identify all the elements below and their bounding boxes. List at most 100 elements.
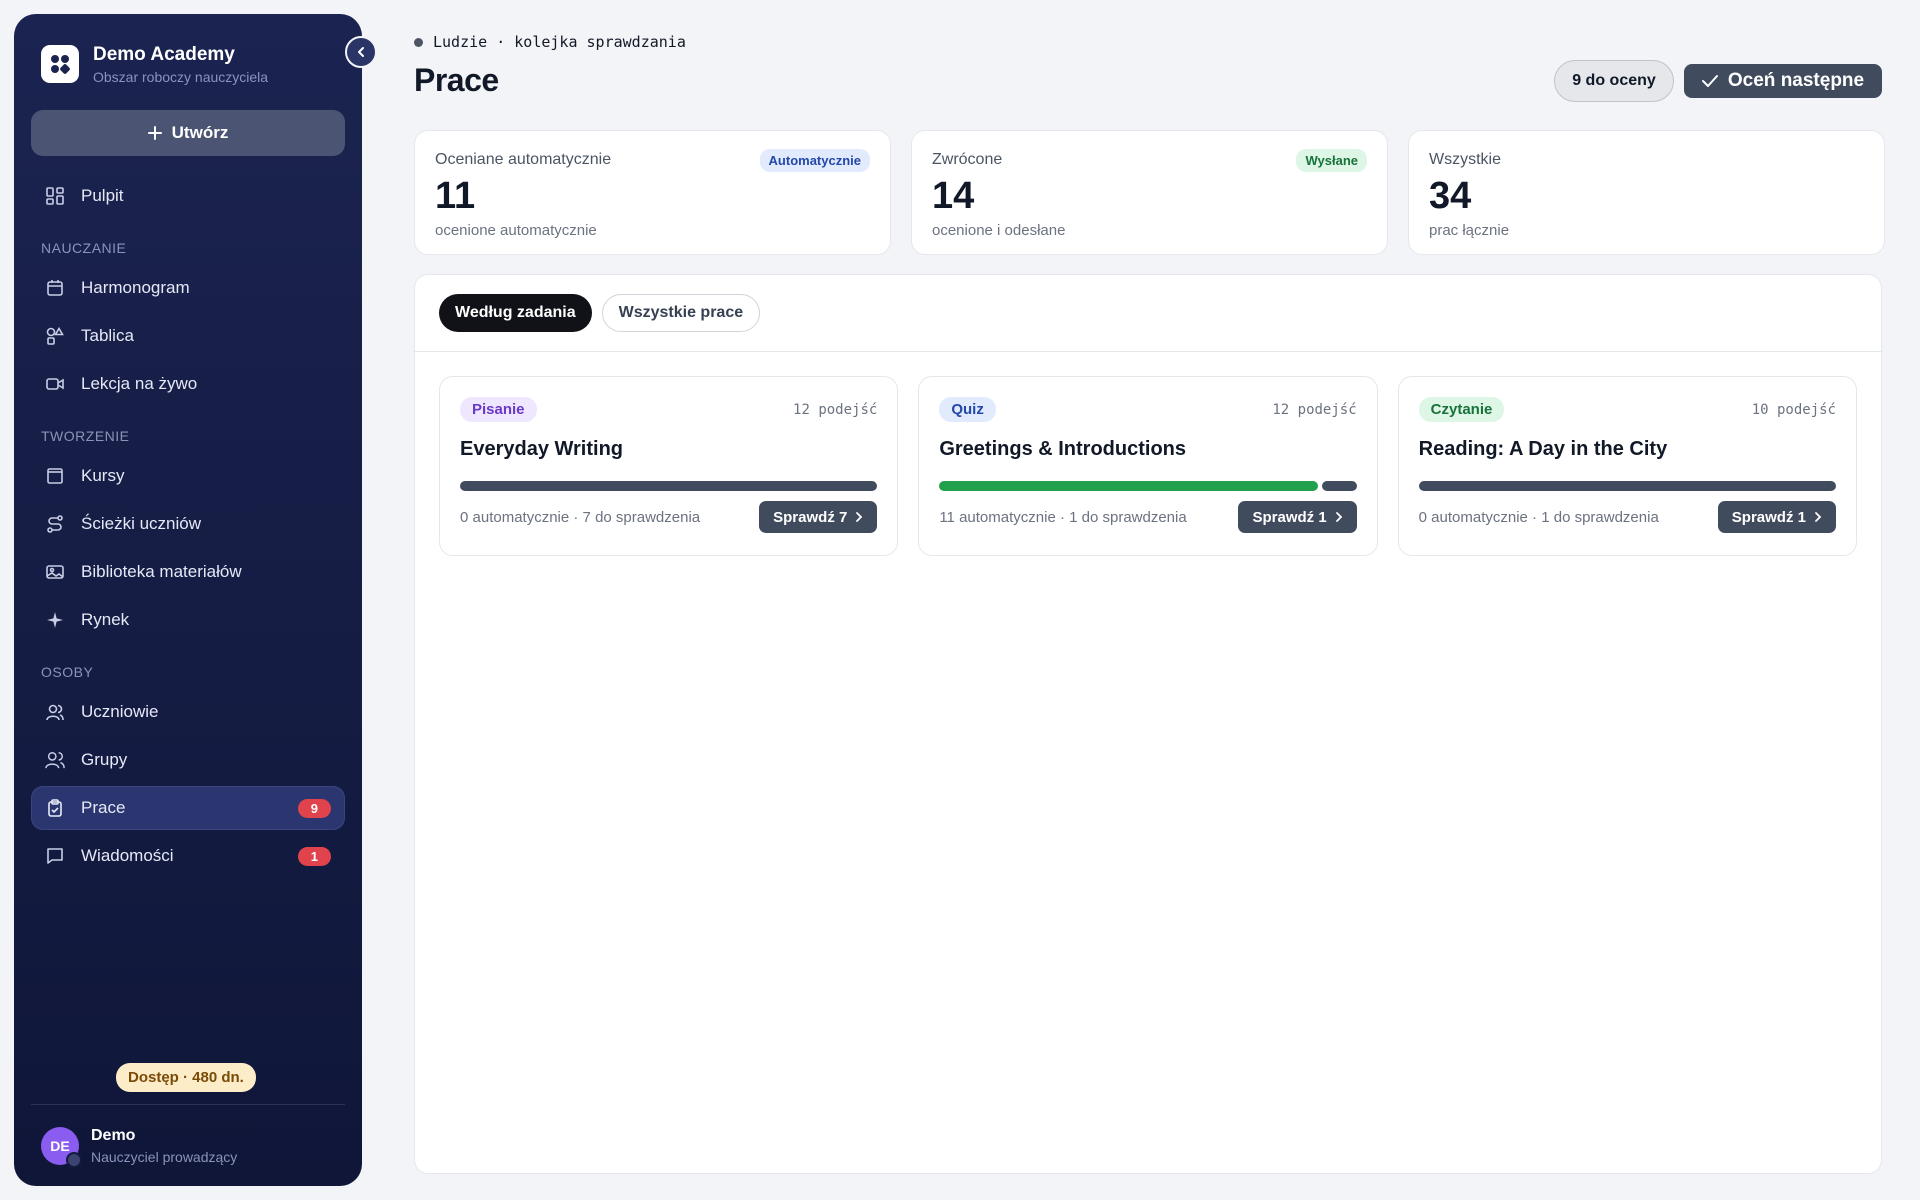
avatar: DE xyxy=(41,1126,82,1168)
route-icon xyxy=(45,514,65,534)
sidebar-item-label: Biblioteka materiałów xyxy=(81,562,242,581)
sidebar-item-prace[interactable]: Prace 9 xyxy=(31,786,345,830)
status-badge: Wysłane xyxy=(1296,149,1367,172)
sidebar-item-tablica[interactable]: Tablica xyxy=(31,314,345,358)
sidebar-nav: Pulpit NAUCZANIE Harmonogram Tablica Lek… xyxy=(31,174,345,878)
assignment-meta: 0 automatycznie · 1 do sprawdzenia xyxy=(1418,508,1659,526)
breadcrumb-text: Ludzie · kolejka sprawdzania xyxy=(433,33,686,51)
sidebar-item-uczniowie[interactable]: Uczniowie xyxy=(31,690,345,734)
stat-card-all: Wszystkie 34 prac łącznie xyxy=(1408,130,1885,255)
sidebar-item-lekcja[interactable]: Lekcja na żywo xyxy=(31,362,345,406)
progress-segment-auto xyxy=(939,481,1319,491)
sidebar-item-kursy[interactable]: Kursy xyxy=(31,454,345,498)
progress-bar xyxy=(460,481,878,491)
assignment-meta: 11 automatycznie · 1 do sprawdzenia xyxy=(939,508,1187,526)
chevron-right-icon xyxy=(1815,512,1822,522)
grade-next-button[interactable]: Oceń następne xyxy=(1684,64,1882,98)
sidebar-item-harmonogram[interactable]: Harmonogram xyxy=(31,266,345,310)
review-button[interactable]: Sprawdź 1 xyxy=(1238,501,1357,533)
review-button-label: Sprawdź 1 xyxy=(1731,508,1806,526)
page-title: Prace xyxy=(414,62,499,98)
sidebar-item-label: Pulpit xyxy=(81,186,124,205)
clipboard-check-icon xyxy=(45,798,65,818)
sidebar-item-pulpit[interactable]: Pulpit xyxy=(31,174,345,218)
pending-count-pill[interactable]: 9 do oceny xyxy=(1554,60,1674,102)
status-badge: Automatycznie xyxy=(759,149,870,172)
user-name: Demo xyxy=(91,1126,136,1144)
review-button[interactable]: Sprawdź 7 xyxy=(759,501,878,533)
attempts-count: 12 podejść xyxy=(1272,402,1357,418)
sidebar-item-grupy[interactable]: Grupy xyxy=(31,738,345,782)
assignment-title: Greetings & Introductions xyxy=(939,438,1187,460)
shapes-icon xyxy=(45,326,65,346)
sidebar-item-label: Tablica xyxy=(81,326,134,345)
review-button-label: Sprawdź 7 xyxy=(773,508,848,526)
sidebar-item-label: Prace xyxy=(81,798,126,817)
stat-sub: prac łącznie xyxy=(1429,222,1510,239)
sidebar-item-biblioteka[interactable]: Biblioteka materiałów xyxy=(31,550,345,594)
dashboard-icon xyxy=(45,186,65,206)
stat-card-returned: Zwrócone 14 ocenione i odesłane Wysłane xyxy=(911,130,1388,255)
assignment-title: Everyday Writing xyxy=(460,438,624,460)
section-title-osoby: OSOBY xyxy=(41,664,94,680)
sidebar-item-label: Wiadomości xyxy=(81,846,174,865)
sparkle-icon xyxy=(45,610,65,630)
progress-bar xyxy=(939,481,1357,491)
image-library-icon xyxy=(45,562,65,582)
video-icon xyxy=(45,374,65,394)
tab-all-submissions[interactable]: Wszystkie prace xyxy=(601,294,761,332)
review-button[interactable]: Sprawdź 1 xyxy=(1717,501,1836,533)
sidebar-item-label: Kursy xyxy=(81,466,125,485)
section-title-nauczanie: NAUCZANIE xyxy=(41,240,127,256)
submissions-panel: Według zadania Wszystkie prace Pisanie 1… xyxy=(414,274,1882,1174)
breadcrumb: Ludzie · kolejka sprawdzania xyxy=(414,33,686,51)
progress-segment-review xyxy=(1418,481,1836,491)
stat-label: Wszystkie xyxy=(1429,151,1501,168)
assignment-meta: 0 automatycznie · 7 do sprawdzenia xyxy=(460,508,701,526)
category-badge: Pisanie xyxy=(460,397,537,422)
sidebar-item-label: Ścieżki uczniów xyxy=(81,514,201,533)
brand-title: Demo Academy xyxy=(93,43,235,65)
stat-value: 34 xyxy=(1429,175,1472,217)
assignment-card[interactable]: Quiz 12 podejść Greetings & Introduction… xyxy=(918,376,1378,556)
users-icon xyxy=(45,750,65,770)
progress-segment-review xyxy=(460,481,878,491)
assignment-card[interactable]: Czytanie 10 podejść Reading: A Day in th… xyxy=(1397,376,1857,556)
sidebar-item-wiadomosci[interactable]: Wiadomości 1 xyxy=(31,834,345,878)
stat-card-auto: Oceniane automatycznie 11 ocenione autom… xyxy=(414,130,891,255)
check-icon xyxy=(1701,75,1718,87)
create-button[interactable]: Utwórz xyxy=(31,110,345,156)
assignment-card[interactable]: Pisanie 12 podejść Everyday Writing 0 au… xyxy=(439,376,899,556)
prace-count-badge: 9 xyxy=(297,798,331,818)
assignment-title: Reading: A Day in the City xyxy=(1418,438,1668,460)
collapse-sidebar-button[interactable] xyxy=(345,36,377,68)
user-profile[interactable]: DE Demo Nauczyciel prowadzący xyxy=(31,1104,345,1186)
stats-row: Oceniane automatycznie 11 ocenione autom… xyxy=(414,130,1885,255)
progress-bar xyxy=(1418,481,1836,491)
chevron-right-icon xyxy=(856,512,863,522)
sidebar-item-label: Grupy xyxy=(81,750,128,769)
status-dot-icon xyxy=(414,37,423,47)
view-tabs: Według zadania Wszystkie prace xyxy=(415,275,1881,352)
book-icon xyxy=(45,466,65,486)
category-badge: Quiz xyxy=(939,397,996,422)
sidebar: Demo Academy Obszar roboczy nauczyciela … xyxy=(14,14,377,1186)
create-button-label: Utwórz xyxy=(171,123,229,142)
attempts-count: 12 podejść xyxy=(793,402,878,418)
camera-icon xyxy=(66,1151,82,1168)
stat-value: 14 xyxy=(932,175,975,217)
message-icon xyxy=(45,846,65,866)
stat-sub: ocenione i odesłane xyxy=(932,222,1066,239)
tab-by-assignment[interactable]: Według zadania xyxy=(439,294,592,332)
brand-subtitle: Obszar roboczy nauczyciela xyxy=(93,68,269,85)
progress-segment-review xyxy=(1322,481,1357,491)
attempts-count: 10 podejść xyxy=(1751,402,1836,418)
sidebar-item-label: Uczniowie xyxy=(81,702,159,721)
user-role: Nauczyciel prowadzący xyxy=(91,1148,238,1165)
sidebar-item-rynek[interactable]: Rynek xyxy=(31,598,345,642)
assignment-cards: Pisanie 12 podejść Everyday Writing 0 au… xyxy=(415,352,1881,556)
chevron-left-icon xyxy=(358,47,364,57)
sidebar-item-sciezki[interactable]: Ścieżki uczniów xyxy=(31,502,345,546)
access-badge: Dostęp · 480 dn. xyxy=(116,1063,256,1092)
plus-icon xyxy=(147,126,162,140)
